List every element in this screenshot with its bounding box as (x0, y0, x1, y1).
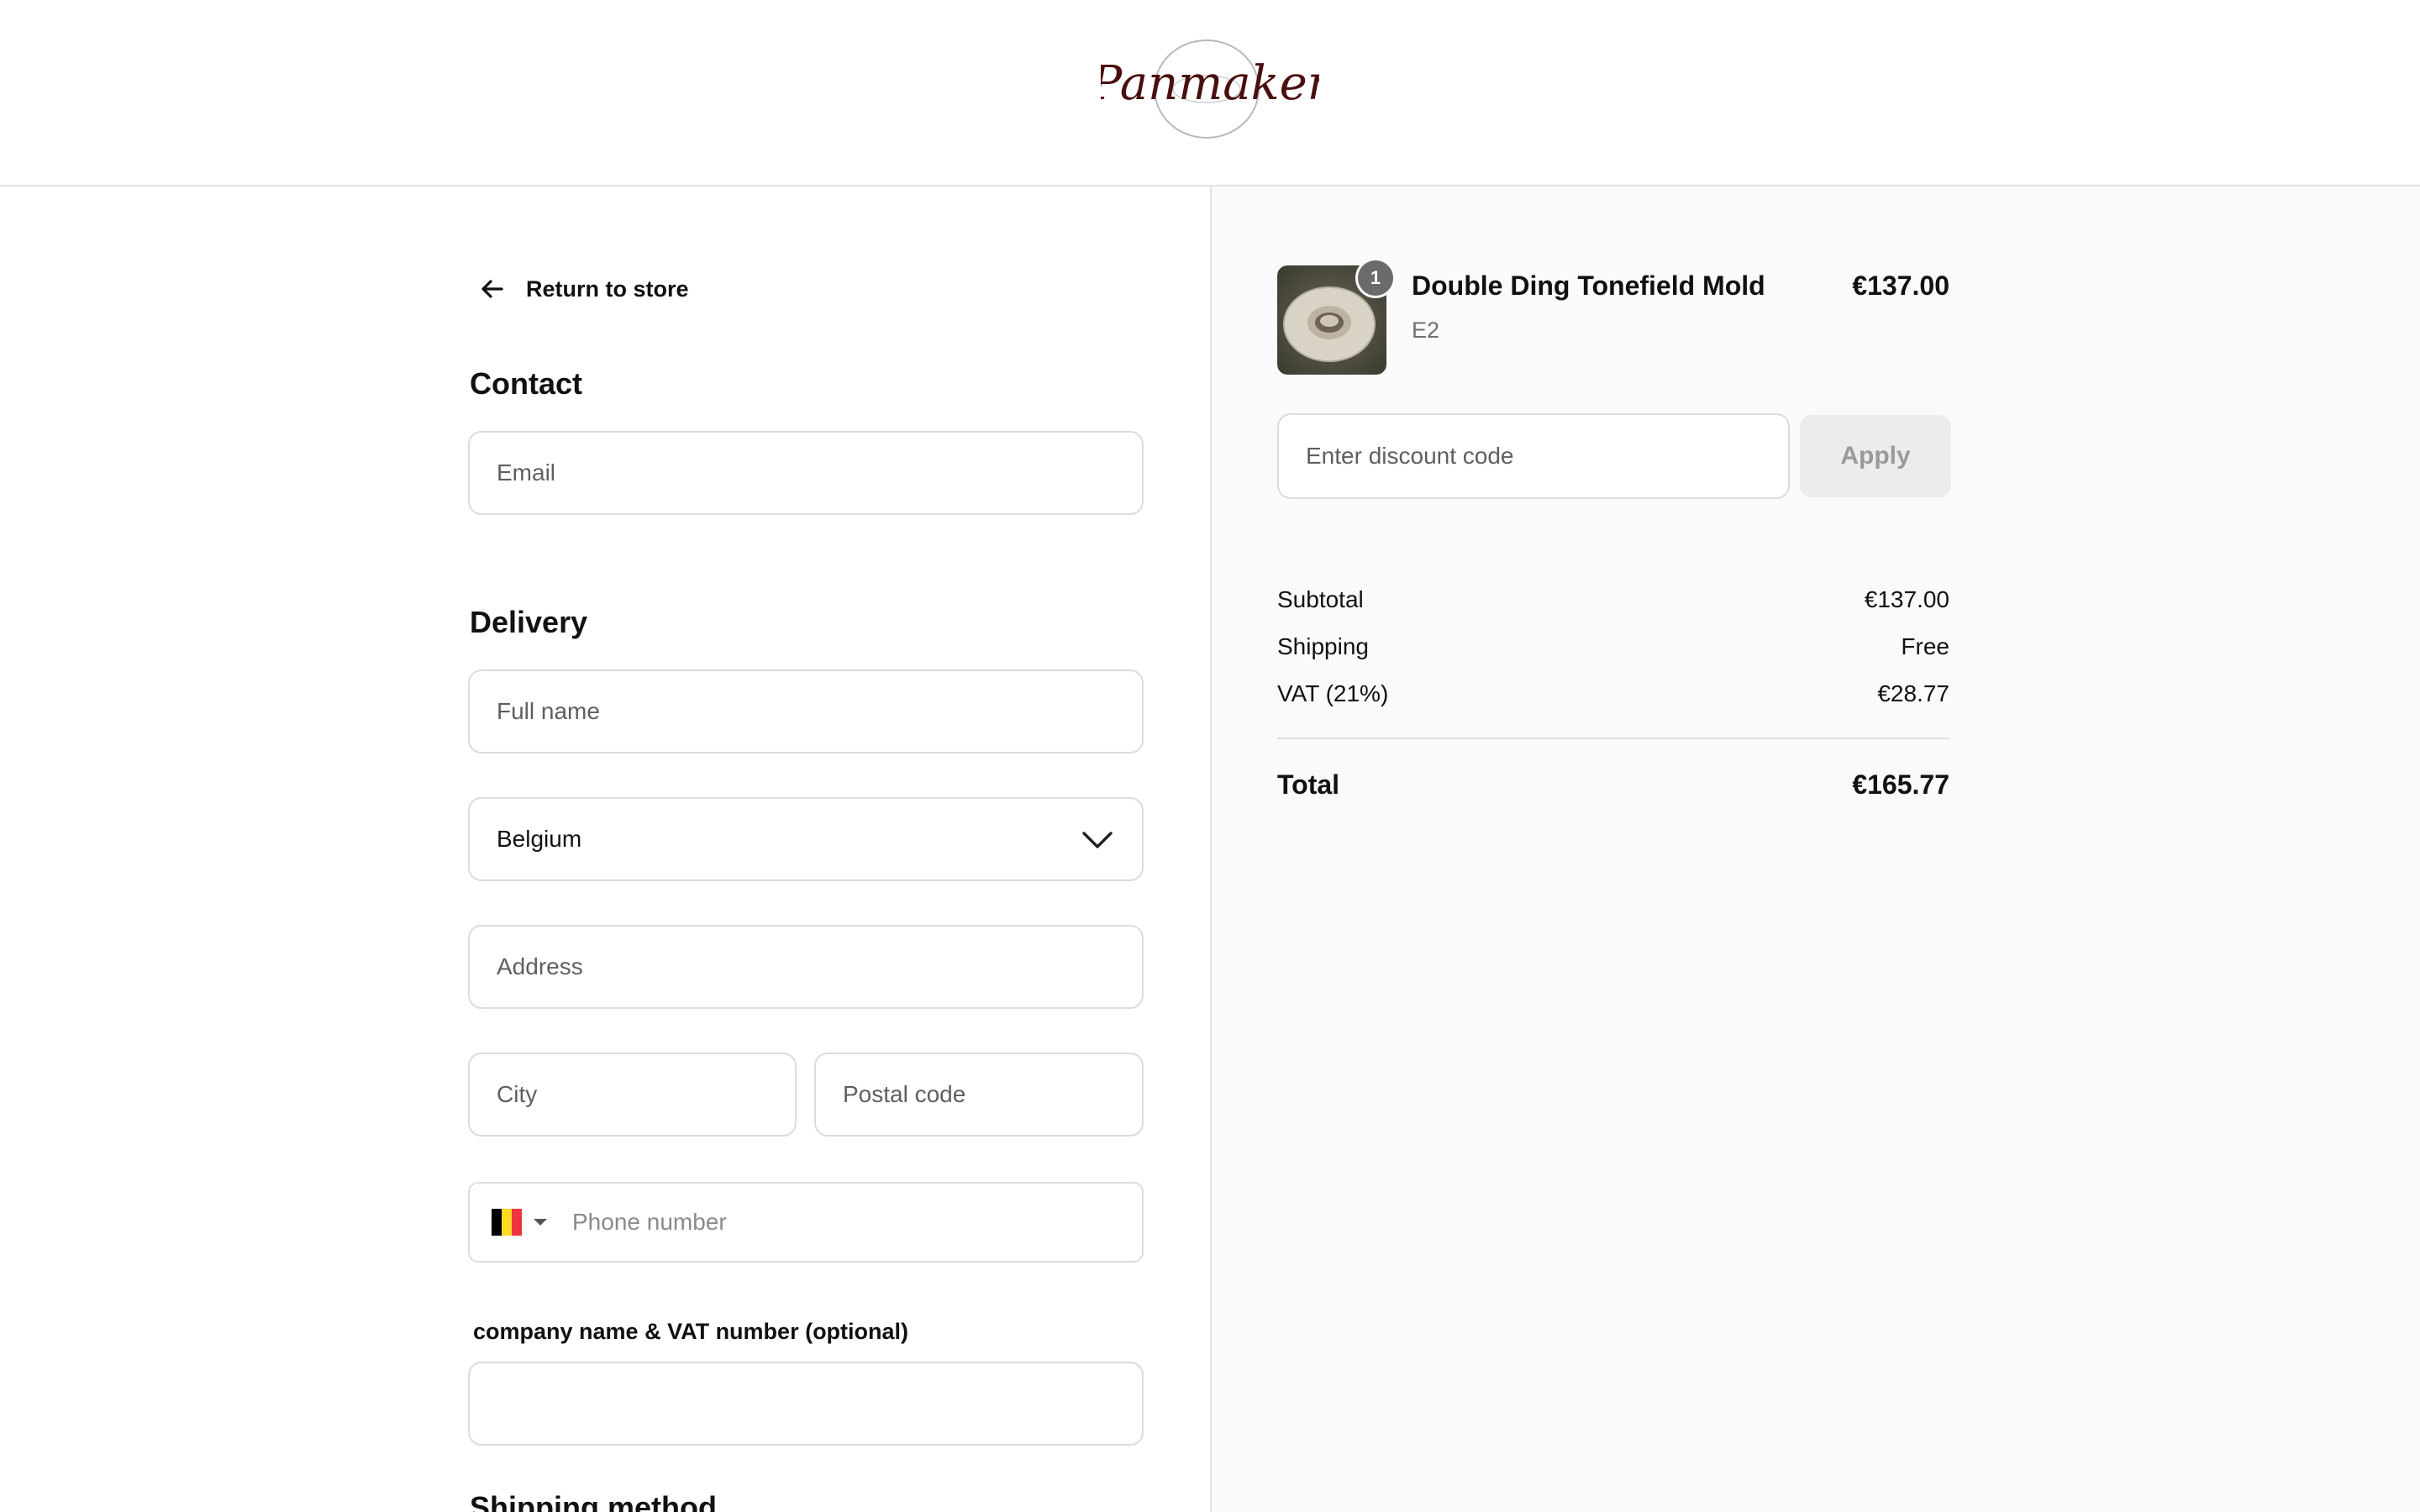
vat-row: VAT (21%) €28.77 (1277, 680, 1949, 707)
email-placeholder: Email (497, 459, 556, 486)
discount-code-field[interactable]: Enter discount code (1277, 413, 1790, 499)
phone-field[interactable]: Phone number (468, 1182, 1144, 1263)
company-vat-label: company name & VAT number (optional) (473, 1319, 909, 1344)
address-field[interactable]: Address (468, 925, 1144, 1009)
brand-logo-text: Panmaker (1101, 56, 1319, 111)
summary-divider (1277, 738, 1949, 739)
country-value: Belgium (497, 826, 582, 852)
quantity-badge: 1 (1355, 258, 1396, 298)
subtotal-row: Subtotal €137.00 (1277, 586, 1949, 613)
city-field[interactable]: City (468, 1053, 797, 1137)
caret-down-icon (532, 1216, 549, 1228)
total-value: €165.77 (1852, 769, 1949, 800)
full-name-placeholder: Full name (497, 698, 600, 724)
vat-label: VAT (21%) (1277, 680, 1389, 706)
postal-code-placeholder: Postal code (843, 1081, 966, 1107)
address-placeholder: Address (497, 953, 583, 979)
return-to-store-label: Return to store (526, 276, 689, 302)
brand-logo[interactable]: Panmaker (1101, 32, 1319, 141)
country-code-selector[interactable] (492, 1209, 549, 1236)
shipping-label: Shipping (1277, 633, 1369, 659)
flag-stripe (492, 1209, 502, 1236)
postal-code-field[interactable]: Postal code (814, 1053, 1144, 1137)
return-to-store-link[interactable]: Return to store (479, 270, 689, 307)
flag-stripe (512, 1209, 522, 1236)
flag-stripe (502, 1209, 512, 1236)
order-summary-panel (1210, 186, 2420, 1512)
shipping-value: Free (1901, 633, 1949, 659)
subtotal-value: €137.00 (1864, 586, 1949, 612)
product-variant: E2 (1412, 318, 1440, 343)
country-select[interactable]: Belgium (468, 797, 1144, 881)
email-field[interactable]: Email (468, 431, 1144, 515)
discount-code-placeholder: Enter discount code (1306, 443, 1514, 469)
company-vat-field[interactable] (468, 1362, 1144, 1446)
subtotal-label: Subtotal (1277, 586, 1364, 612)
city-placeholder: City (497, 1081, 538, 1107)
belgium-flag-icon (492, 1209, 522, 1236)
apply-discount-button[interactable]: Apply (1800, 415, 1951, 497)
full-name-field[interactable]: Full name (468, 669, 1144, 753)
arrow-left-icon (481, 280, 503, 298)
chevron-down-icon (1081, 827, 1113, 853)
shipping-row: Shipping Free (1277, 633, 1949, 660)
page-header: Panmaker (0, 0, 2420, 186)
phone-placeholder: Phone number (572, 1209, 727, 1235)
total-label: Total (1277, 769, 1340, 800)
contact-title: Contact (470, 366, 582, 401)
total-row: Total €165.77 (1277, 769, 1949, 801)
shipping-method-title: Shipping method (470, 1490, 717, 1512)
product-price: €137.00 (1852, 270, 1949, 301)
delivery-title: Delivery (470, 605, 588, 639)
vat-value: €28.77 (1877, 680, 1949, 706)
product-name: Double Ding Tonefield Mold (1412, 270, 1765, 301)
